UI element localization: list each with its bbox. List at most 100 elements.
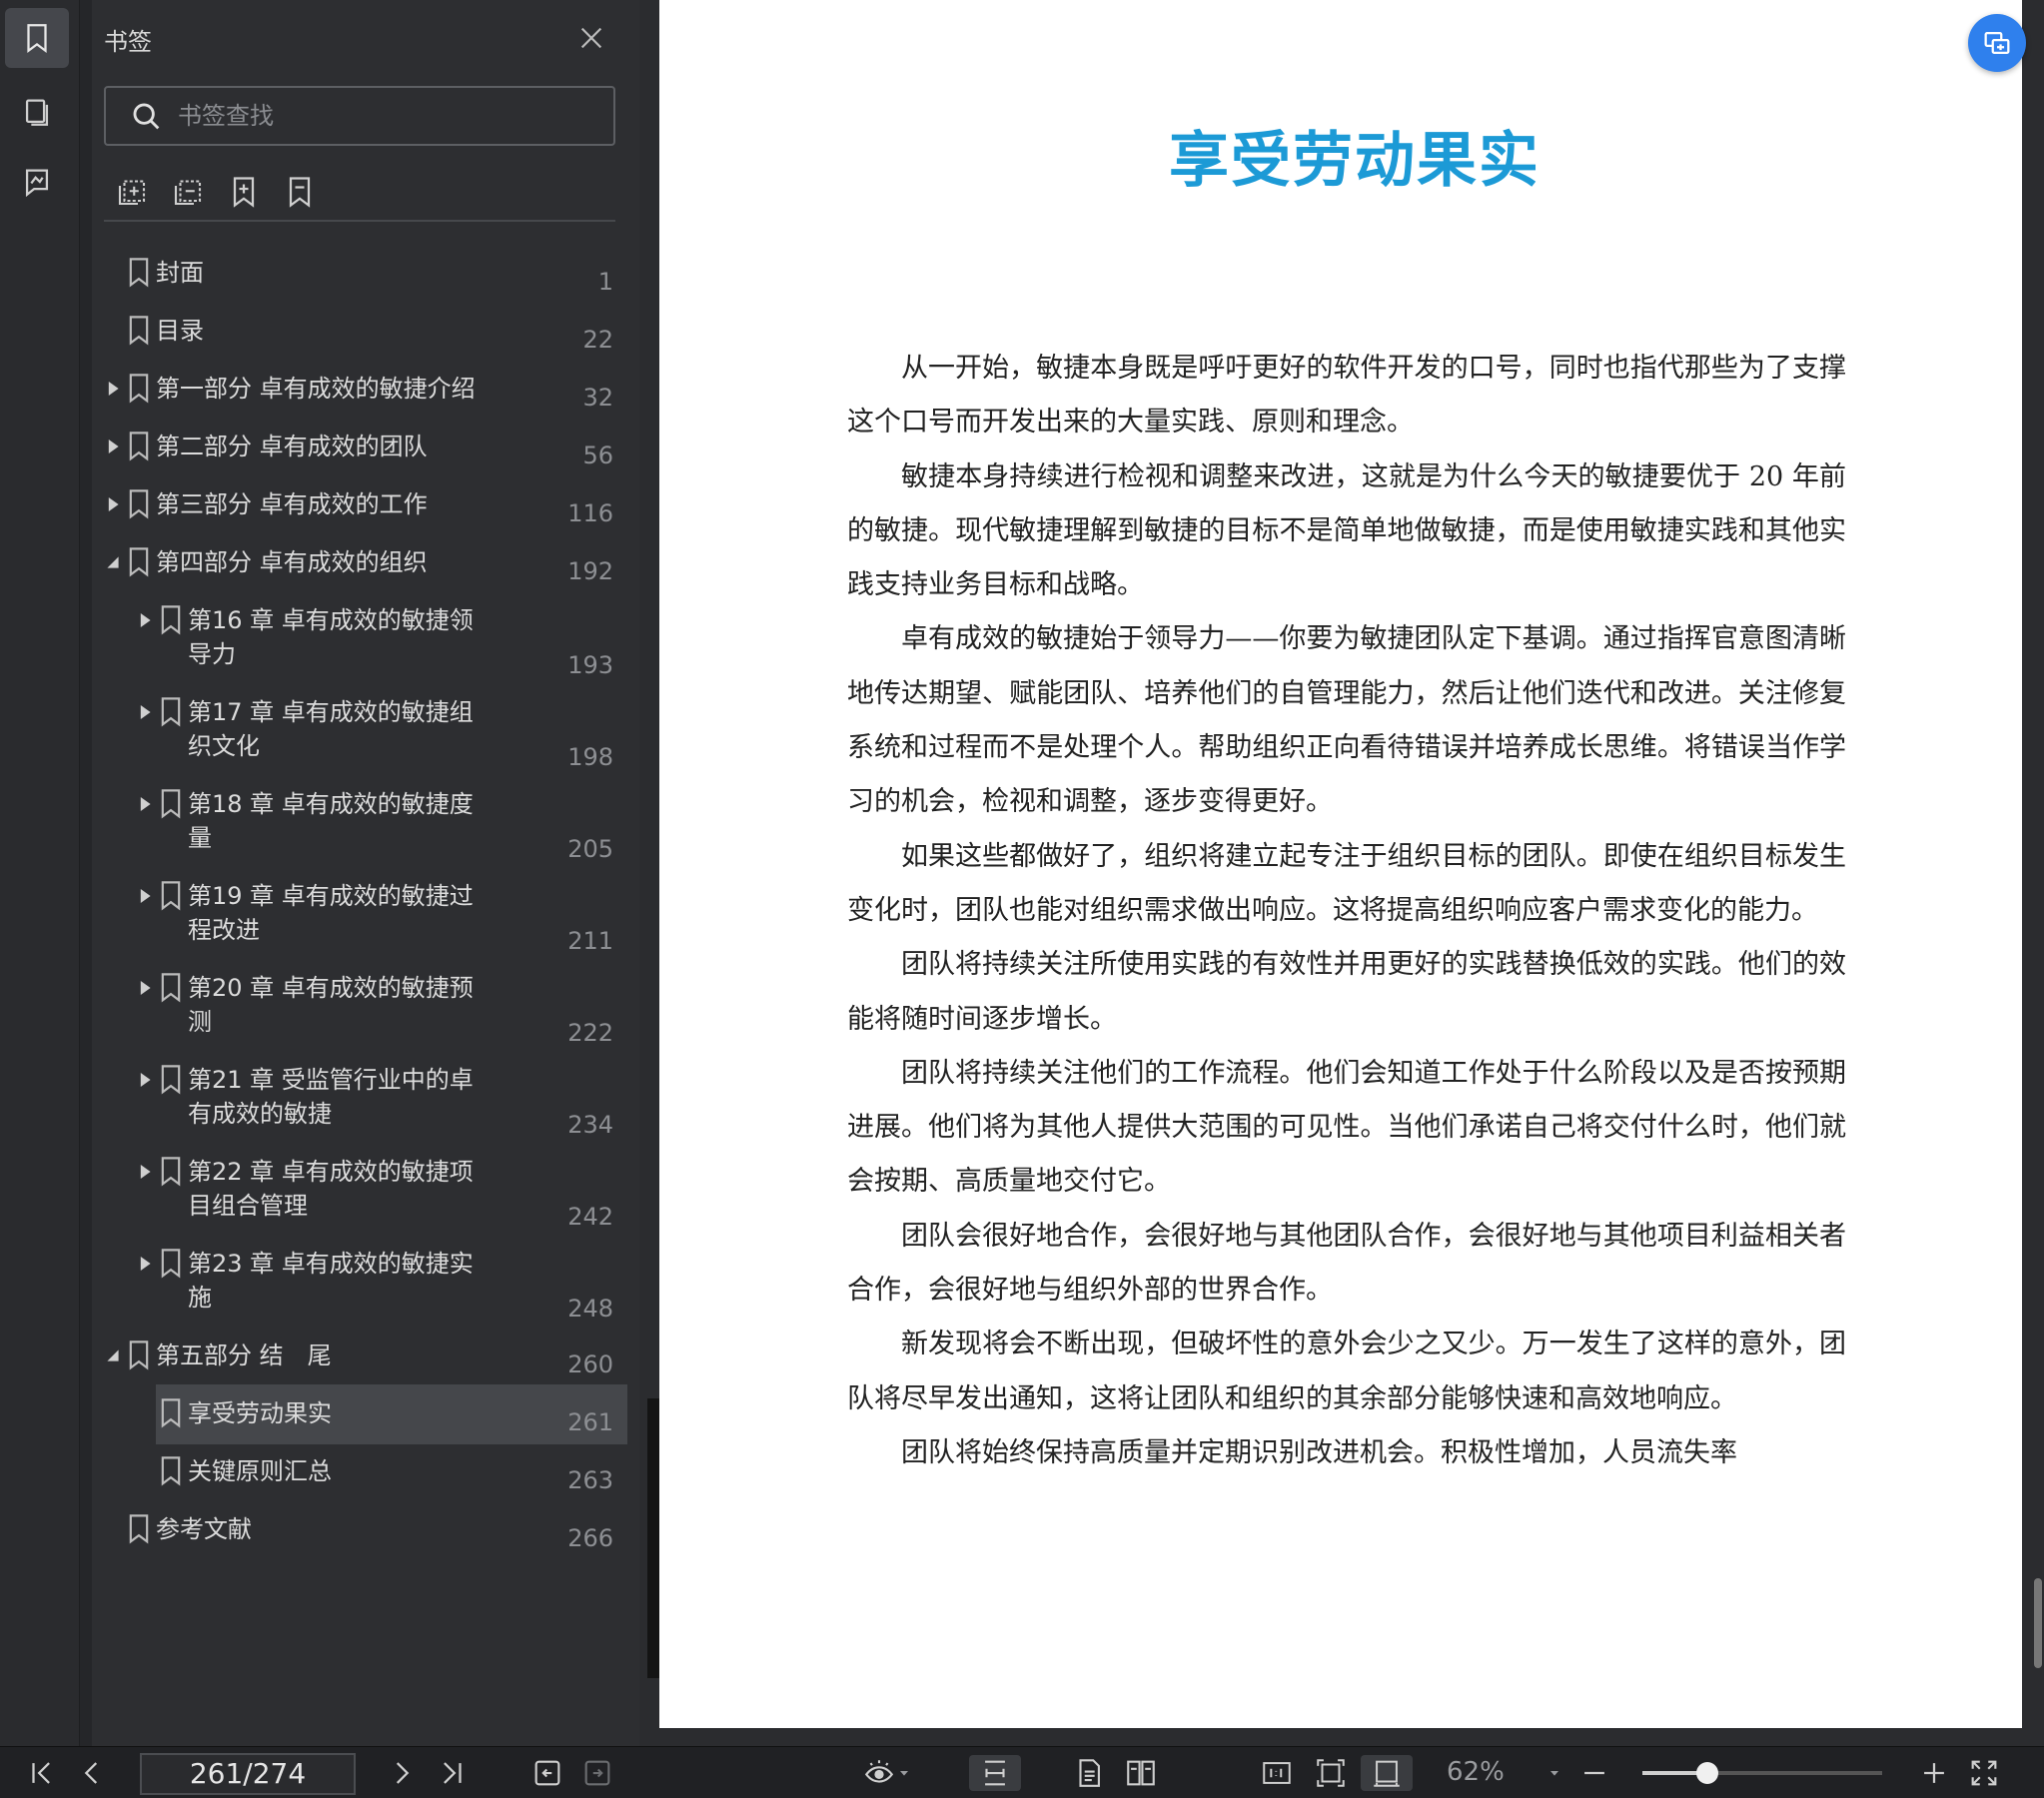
caret-collapsed-icon[interactable]	[138, 705, 152, 719]
floating-action-button[interactable]	[1968, 14, 2026, 72]
chevron-down-icon	[1550, 1771, 1558, 1776]
bookmark-label: 第22 章 卓有成效的敏捷项 目组合管理	[188, 1155, 474, 1223]
bookmark-icon	[161, 1157, 181, 1187]
bookmark-label: 第一部分 卓有成效的敏捷介绍	[156, 372, 476, 406]
bookmark-icon	[129, 1514, 149, 1544]
bookmark-page-number: 266	[567, 1524, 613, 1552]
zoom-slider[interactable]	[1642, 1762, 1882, 1784]
caret-collapsed-icon[interactable]	[138, 797, 152, 811]
actual-size-button[interactable]	[1255, 1755, 1299, 1791]
caret-expanded-icon[interactable]	[106, 555, 120, 569]
add-bookmark-icon	[233, 177, 255, 208]
paragraph: 新发现将会不断出现，但破坏性的意外会少之又少。万一发生了这样的意外，团队将尽早发…	[847, 1329, 1846, 1414]
paragraph: 如果这些都做好了，组织将建立起专注于组织目标的团队。即使在组织目标发生变化时，团…	[847, 840, 1846, 926]
add-bookmark-button[interactable]	[226, 174, 266, 214]
bookmark-search-box[interactable]	[104, 86, 615, 146]
caret-collapsed-icon[interactable]	[138, 1073, 152, 1087]
bookmark-page-number: 242	[567, 1203, 613, 1231]
bookmark-label-line: 第二部分 卓有成效的团队	[156, 433, 428, 460]
paragraph: 从一开始，敏捷本身既是呼吁更好的软件开发的口号，同时也指代那些为了支撑这个口号而…	[847, 353, 1846, 439]
bookmark-outline-icon	[289, 177, 311, 208]
bookmark-label-line: 有成效的敏捷	[188, 1100, 332, 1128]
bookmark-label: 第16 章 卓有成效的敏捷领 导力	[188, 603, 474, 671]
bookmark-label-line: 第23 章 卓有成效的敏捷实	[188, 1250, 474, 1278]
continuous-scroll-button[interactable]	[969, 1755, 1021, 1791]
bookmark-label-line: 封面	[156, 259, 204, 287]
caret-collapsed-icon[interactable]	[138, 1257, 152, 1271]
bookmark-label-line: 导力	[188, 640, 236, 668]
bookmark-icon	[129, 432, 149, 461]
bookmark-page-number: 193	[567, 651, 613, 679]
bookmark-icon	[129, 489, 149, 519]
thumbnail-tab-icon[interactable]	[5, 82, 69, 142]
zoom-out-button[interactable]	[1576, 1755, 1612, 1791]
vertical-scrollbar[interactable]	[2034, 1578, 2042, 1668]
bookmark-icon	[129, 258, 149, 288]
bookmark-label-line: 享受劳动果实	[188, 1399, 332, 1427]
forward-icon	[584, 1760, 610, 1786]
bookmark-label: 第23 章 卓有成效的敏捷实施	[188, 1247, 474, 1315]
caret-collapsed-icon[interactable]	[106, 382, 120, 396]
fullscreen-icon	[1971, 1760, 1997, 1786]
bookmark-search-input[interactable]	[178, 96, 597, 136]
two-page-button[interactable]	[1119, 1755, 1163, 1791]
zoom-dropdown-button[interactable]	[1542, 1755, 1566, 1791]
bookmark-label-line: 第21 章 受监管行业中的卓	[188, 1066, 474, 1094]
last-page-button[interactable]	[432, 1755, 472, 1791]
page-body: 从一开始，敏捷本身既是呼吁更好的软件开发的口号，同时也指代那些为了支撑这个口号而…	[847, 342, 1846, 1480]
single-page-button[interactable]	[1067, 1755, 1111, 1791]
first-page-button[interactable]	[22, 1755, 62, 1791]
single-page-icon	[1079, 1759, 1100, 1787]
bookmark-icon	[161, 697, 181, 727]
caret-collapsed-icon[interactable]	[138, 981, 152, 995]
bookmark-icon	[129, 374, 149, 404]
caret-collapsed-icon[interactable]	[106, 440, 120, 453]
bookmark-outline-button[interactable]	[282, 174, 322, 214]
paragraph: 团队将持续关注所使用实践的有效性并用更好的实践替换低效的实践。他们的效能将随时间…	[847, 949, 1846, 1035]
paragraph: 团队会很好地合作，会很好地与其他团队合作，会很好地与其他项目利益相关者合作，会很…	[847, 1220, 1846, 1307]
expand-all-button[interactable]	[114, 174, 154, 214]
caret-collapsed-icon[interactable]	[138, 1165, 152, 1179]
page-edge	[647, 1398, 659, 1678]
first-page-icon	[32, 1762, 50, 1784]
bookmark-label-line: 第三部分 卓有成效的工作	[156, 490, 428, 518]
bookmark-icon	[161, 973, 181, 1003]
eye-care-mode-button[interactable]	[857, 1755, 917, 1791]
bottom-toolbar: 261/274 62%	[0, 1746, 2044, 1798]
bookmark-label: 参考文献	[156, 1512, 252, 1546]
annotation-tab-icon[interactable]	[5, 152, 69, 212]
side-rail	[0, 0, 80, 1746]
document-viewport[interactable]: 享受劳动果实 从一开始，敏捷本身既是呼吁更好的软件开发的口号，同时也指代那些为了…	[639, 0, 2044, 1746]
fullscreen-button[interactable]	[1964, 1755, 2004, 1791]
bookmark-label: 第四部分 卓有成效的组织	[156, 545, 428, 579]
zoom-in-button[interactable]	[1916, 1755, 1952, 1791]
bookmark-label-line: 目录	[156, 317, 204, 345]
bookmark-label-line: 关键原则汇总	[188, 1457, 332, 1485]
fit-page-button[interactable]	[1309, 1755, 1353, 1791]
caret-collapsed-icon[interactable]	[106, 497, 120, 511]
zoom-slider-handle[interactable]	[1695, 1762, 1718, 1784]
go-back-button[interactable]	[527, 1755, 567, 1791]
fit-width-icon	[1374, 1760, 1400, 1787]
caret-expanded-icon[interactable]	[106, 1348, 120, 1362]
minus-icon	[1584, 1771, 1604, 1775]
bookmark-tools	[104, 172, 615, 222]
bookmark-label: 第21 章 受监管行业中的卓 有成效的敏捷	[188, 1063, 474, 1131]
bookmark-page-number: 205	[567, 835, 613, 863]
zoom-level[interactable]: 62%	[1447, 1757, 1505, 1787]
bookmark-label: 封面	[156, 256, 204, 290]
bookmark-label: 第18 章 卓有成效的敏捷度量	[188, 787, 474, 855]
paragraph: 卓有成效的敏捷始于领导力——你要为敏捷团队定下基调。通过指挥官意图清晰地传达期望…	[847, 623, 1846, 818]
caret-collapsed-icon[interactable]	[138, 889, 152, 903]
bookmark-tab-icon[interactable]	[5, 8, 69, 68]
caret-collapsed-icon[interactable]	[138, 613, 152, 627]
page-number-input[interactable]: 261/274	[140, 1753, 356, 1795]
go-forward-button[interactable]	[577, 1755, 617, 1791]
previous-page-button[interactable]	[72, 1755, 112, 1791]
close-panel-button[interactable]	[575, 22, 607, 54]
next-page-button[interactable]	[382, 1755, 422, 1791]
fit-width-button[interactable]	[1361, 1755, 1413, 1791]
collapse-all-button[interactable]	[170, 174, 210, 214]
bookmark-label-line: 目组合管理	[188, 1192, 308, 1220]
bookmark-label-line: 第17 章 卓有成效的敏捷组	[188, 698, 474, 726]
